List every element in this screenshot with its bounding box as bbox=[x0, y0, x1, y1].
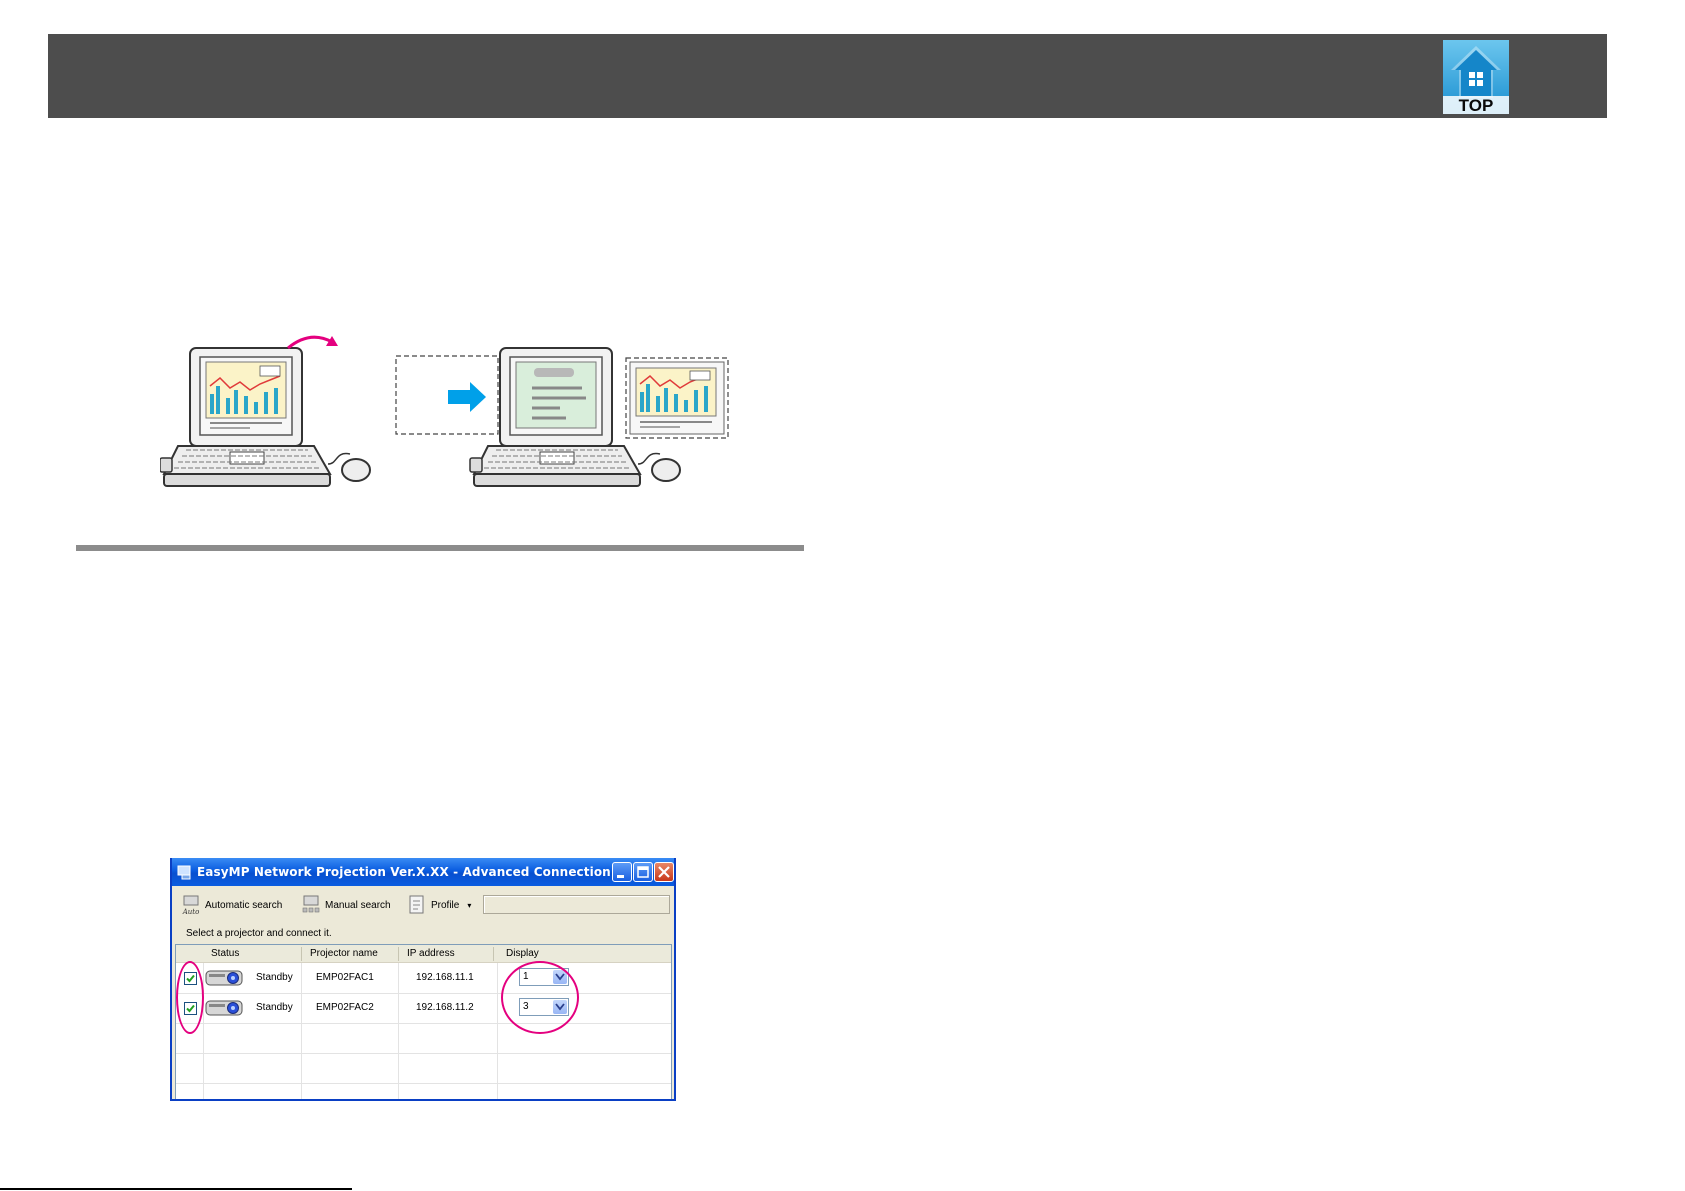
maximize-button[interactable] bbox=[633, 862, 653, 882]
header-band bbox=[48, 34, 1607, 118]
advanced-connection-window: EasyMP Network Projection Ver.X.XX - Adv… bbox=[170, 858, 676, 1101]
status-text: Standby bbox=[256, 972, 293, 983]
minimize-icon bbox=[617, 875, 624, 878]
ip-address-text: 192.168.11.2 bbox=[416, 1002, 474, 1013]
projector-icon bbox=[205, 1000, 243, 1016]
column-display[interactable]: Display bbox=[506, 948, 539, 959]
ip-address-text: 192.168.11.1 bbox=[416, 972, 474, 983]
close-button[interactable] bbox=[654, 862, 674, 882]
automatic-search-label: Automatic search bbox=[205, 899, 283, 911]
profile-label: Profile bbox=[431, 899, 460, 911]
table-row[interactable]: Standby EMP02FAC2 192.168.11.2 3 bbox=[176, 993, 671, 1023]
window-title-bar[interactable]: EasyMP Network Projection Ver.X.XX - Adv… bbox=[172, 858, 674, 886]
auto-search-icon: Auto bbox=[182, 895, 200, 916]
top-home-icon[interactable]: TOP bbox=[1443, 40, 1509, 114]
window-title: EasyMP Network Projection Ver.X.XX - Adv… bbox=[197, 865, 621, 879]
footer-rule bbox=[0, 1188, 352, 1190]
profile-button[interactable]: Profile ▾ bbox=[406, 892, 471, 918]
profile-icon bbox=[409, 895, 424, 914]
left-laptop-icon bbox=[160, 335, 499, 487]
column-ip-address[interactable]: IP address bbox=[407, 948, 455, 959]
display-callout bbox=[501, 961, 579, 1034]
close-icon bbox=[658, 866, 670, 878]
section-divider bbox=[76, 545, 804, 551]
app-icon bbox=[177, 865, 191, 880]
column-status[interactable]: Status bbox=[211, 948, 239, 959]
instruction-text: Select a projector and connect it. bbox=[186, 928, 332, 939]
minimize-button[interactable] bbox=[612, 862, 632, 882]
status-text: Standby bbox=[256, 1002, 293, 1013]
automatic-search-button[interactable]: Auto Automatic search bbox=[180, 892, 282, 918]
profile-dropdown-icon[interactable]: ▾ bbox=[467, 901, 471, 910]
column-projector-name[interactable]: Projector name bbox=[310, 948, 378, 959]
top-label: TOP bbox=[1459, 96, 1494, 114]
manual-search-label: Manual search bbox=[325, 899, 391, 911]
projector-list: Status Projector name IP address Display bbox=[175, 944, 672, 1099]
column-separator[interactable] bbox=[398, 947, 399, 961]
auto-icon-text: Auto bbox=[182, 908, 200, 916]
grid-line bbox=[176, 1053, 671, 1054]
grid-line bbox=[176, 1023, 671, 1024]
right-arrow-icon bbox=[448, 382, 486, 412]
projector-name-text: EMP02FAC1 bbox=[316, 972, 374, 983]
profile-path-field[interactable] bbox=[483, 895, 670, 914]
table-row[interactable]: Standby EMP02FAC1 192.168.11.1 1 bbox=[176, 963, 671, 993]
checkbox-callout bbox=[176, 961, 204, 1034]
list-header: Status Projector name IP address Display bbox=[176, 945, 671, 963]
column-separator[interactable] bbox=[301, 947, 302, 961]
column-separator[interactable] bbox=[493, 947, 494, 961]
manual-search-icon bbox=[302, 895, 320, 913]
grid-line bbox=[176, 1083, 671, 1084]
projector-icon bbox=[205, 970, 243, 986]
right-laptop-icon bbox=[469, 347, 729, 487]
toolbar: Auto Automatic search Manual search Prof… bbox=[172, 886, 674, 924]
projector-name-text: EMP02FAC2 bbox=[316, 1002, 374, 1013]
maximize-icon bbox=[637, 866, 649, 878]
manual-search-button[interactable]: Manual search bbox=[300, 892, 391, 918]
display-extension-illustration bbox=[160, 335, 729, 487]
